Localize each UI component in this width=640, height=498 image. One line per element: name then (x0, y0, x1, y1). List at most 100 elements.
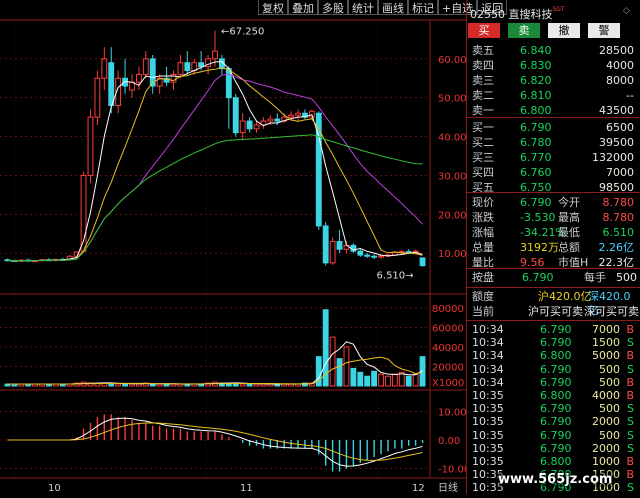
volume-bar (357, 371, 364, 387)
lot-label: 每手 (584, 271, 606, 284)
asks-price: 6.800 (520, 104, 552, 117)
tick-row[interactable]: 10:35 6.790 2000 S (472, 442, 636, 456)
watermark: www.565jz.com (498, 472, 613, 487)
candle-body (122, 77, 128, 87)
toolbar-tongji[interactable]: 统计 (348, 0, 378, 15)
tick-row[interactable]: 10:34 6.790 500 B (472, 376, 636, 390)
price-axis-label: 50.00 (438, 94, 466, 105)
stock-code: 02550 (470, 8, 505, 21)
asks-label: 卖一 (472, 104, 494, 117)
tick-side: B (626, 375, 634, 389)
tick-row[interactable]: 10:34 6.800 5000 B (472, 349, 636, 363)
toolbar-duogu[interactable]: 多股 (318, 0, 348, 15)
bids-label: 买三 (472, 151, 494, 164)
toolbar-huaxian[interactable]: 画线 (378, 0, 408, 15)
bids-row: 买三 6.770 132000 (472, 151, 636, 165)
candle-body (198, 62, 205, 68)
bids-row: 买一 6.790 6500 (472, 121, 636, 135)
trade-button-0[interactable]: 买 (468, 23, 500, 38)
tick-time: 10:35 (472, 428, 504, 442)
asks-vol: 4000 (606, 59, 634, 72)
tick-side: S (627, 402, 634, 416)
tick-row[interactable]: 10:34 6.790 1500 S (472, 336, 636, 350)
quota-label: 额度 (472, 290, 494, 303)
tick-row[interactable]: 10:34 6.790 500 S (472, 363, 636, 377)
tick-side: B (626, 389, 634, 402)
ma60-line (7, 134, 423, 262)
volume-bar (163, 383, 170, 387)
candle-body (295, 112, 301, 116)
ma20-line (7, 73, 423, 262)
divider (466, 320, 640, 321)
tick-row[interactable]: 10:34 6.790 7000 B (472, 323, 636, 337)
bids-vol: 132000 (592, 151, 634, 164)
toolbar-biaoji[interactable]: 标记 (408, 0, 438, 15)
trade-button-3[interactable]: 警 (588, 23, 620, 38)
date-label: 12 (412, 483, 425, 494)
stat-value: -3.530 (520, 211, 556, 224)
volume-bar (364, 375, 371, 387)
tick-row[interactable]: 10:35 6.790 500 S (472, 402, 636, 416)
bids-label: 买一 (472, 121, 494, 134)
tick-row[interactable]: 10:35 6.790 500 S (472, 429, 636, 443)
volume-bar (329, 336, 336, 387)
tick-time: 10:34 (472, 336, 504, 350)
bids-vol: 6500 (606, 121, 634, 134)
stat-key: 最高 (558, 211, 580, 224)
tick-qty: 2000 (592, 441, 620, 455)
volume-bar (391, 373, 398, 387)
date-label: 11 (240, 483, 253, 494)
bids-vol: 7000 (606, 166, 634, 179)
stock-name: 直搜科技 (508, 8, 553, 21)
toolbar-diejia[interactable]: 叠加 (288, 0, 318, 15)
tick-side: B (626, 455, 634, 468)
tick-side: S (627, 481, 634, 495)
tick-price: 6.800 (540, 349, 572, 363)
candle-body (357, 250, 364, 256)
tick-qty: 1000 (592, 455, 620, 468)
bids-label: 买四 (472, 166, 494, 179)
tick-row[interactable]: 10:35 6.800 1000 B (472, 455, 636, 469)
candle-body (101, 58, 108, 79)
candle-body (253, 124, 260, 130)
candle-body (135, 73, 142, 83)
volume-bar (149, 383, 156, 387)
kline-svg[interactable]: 60.00 50.00 40.00 30.00 20.00 10.00 ←67.250 6.5… (0, 0, 470, 494)
tick-qty: 500 (599, 362, 620, 376)
trade-button-2[interactable]: 撤 (548, 23, 580, 38)
bids-label: 买二 (472, 136, 494, 149)
asks-label: 卖二 (472, 89, 494, 102)
tick-side: S (627, 428, 634, 442)
asks-price: 6.830 (520, 59, 552, 72)
asks-vol: 28500 (599, 44, 634, 57)
tick-row[interactable]: 10:35 6.800 4000 B (472, 389, 636, 403)
expand-icon[interactable]: ◇ (623, 6, 630, 16)
candle-body (329, 240, 336, 264)
tick-price: 6.790 (540, 441, 572, 455)
candle-body (371, 255, 378, 258)
low-annotation: 6.510→ (377, 271, 414, 282)
volume-axis-label: 40000 (432, 343, 464, 354)
tick-side: S (627, 415, 634, 429)
tick-row[interactable]: 10:35 6.790 2000 S (472, 415, 636, 429)
toolbar-fuquan[interactable]: 复权 (258, 0, 288, 15)
tick-qty: 4000 (592, 389, 620, 402)
stat-key: 总量 (472, 241, 494, 254)
volume-bar (378, 373, 384, 387)
volume-bar (246, 383, 253, 387)
candle-body (87, 116, 94, 176)
volume-unit-label: X1000 (432, 378, 464, 389)
kline-chart-area[interactable]: 60.00 50.00 40.00 30.00 20.00 10.00 ←67.250 6.5… (0, 0, 470, 494)
tick-price: 6.790 (540, 428, 572, 442)
stat-key: 涨幅 (472, 226, 494, 239)
bids-price: 6.770 (520, 151, 552, 164)
tick-price: 6.800 (540, 389, 572, 402)
asks-vol: 43500 (599, 104, 634, 117)
tick-price: 6.800 (540, 455, 572, 468)
tick-price: 6.790 (540, 415, 572, 429)
candle-body (177, 62, 184, 75)
trade-button-1[interactable]: 卖 (508, 23, 540, 38)
tick-side: S (627, 336, 634, 350)
asks-row: 卖一 6.800 43500 (472, 104, 636, 118)
candle-body (225, 68, 232, 99)
